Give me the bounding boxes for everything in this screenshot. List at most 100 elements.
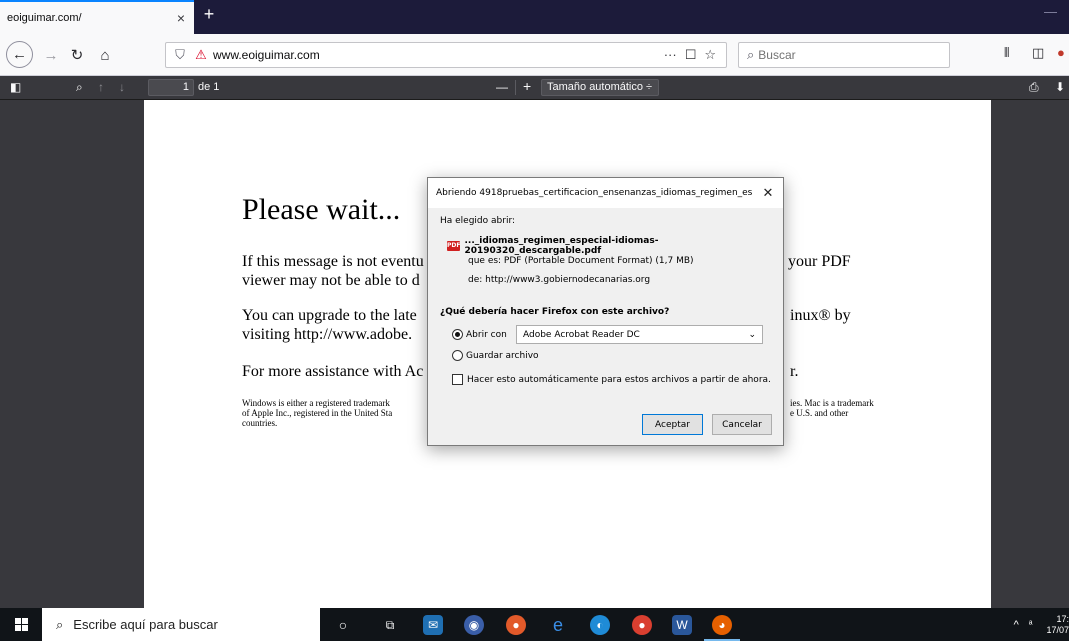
- dialog-titlebar: Abriendo 4918pruebas_certificacion_ensen…: [428, 178, 783, 208]
- sidebar-toggle-icon[interactable]: ◧: [10, 80, 21, 94]
- shield-icon[interactable]: ⛉: [169, 47, 191, 63]
- zoom-label: Tamaño automático: [547, 81, 643, 93]
- search-placeholder: Buscar: [758, 48, 796, 62]
- pdf-heading: Please wait...: [242, 193, 401, 226]
- auto-action-label[interactable]: Hacer esto automáticamente para estos ar…: [467, 375, 771, 385]
- taskbar-search-placeholder: Escribe aquí para buscar: [73, 617, 218, 632]
- chevron-up-icon[interactable]: ^: [1014, 619, 1019, 631]
- page-actions-icon[interactable]: ···: [664, 47, 677, 63]
- chrome-icon-2[interactable]: ●: [632, 615, 652, 635]
- tab-close-icon[interactable]: ×: [171, 10, 191, 26]
- windows-logo-icon: [14, 618, 28, 631]
- task-view-icon[interactable]: ⧉: [380, 615, 400, 635]
- print-icon[interactable]: ⎙: [1029, 80, 1039, 95]
- file-name-row: PDF ..._idiomas_regimen_especial-idiomas…: [447, 236, 783, 256]
- insecure-lock-icon[interactable]: ⚠: [191, 47, 211, 63]
- next-page-icon[interactable]: ↓: [119, 80, 125, 94]
- cancel-button[interactable]: Cancelar: [712, 414, 772, 435]
- reload-button[interactable]: ↻: [64, 42, 90, 68]
- word-icon[interactable]: W: [672, 615, 692, 635]
- save-file-label[interactable]: Guardar archivo: [466, 351, 539, 361]
- pdf-line: If this message is not eventu: [242, 253, 424, 270]
- pdf-footnote-line: countries.: [242, 418, 278, 428]
- pdf-paragraph-2: You can upgrade to the late visiting htt…: [242, 306, 417, 344]
- library-icon[interactable]: ⫴: [1004, 45, 1009, 61]
- start-button[interactable]: [0, 608, 42, 641]
- pdf-paragraph-3: For more assistance with Ac: [242, 363, 424, 380]
- file-type: que es: PDF (Portable Document Format) (…: [468, 256, 694, 266]
- previous-page-icon[interactable]: ↑: [98, 80, 104, 94]
- download-icon[interactable]: ⬇: [1055, 80, 1065, 94]
- pdf-toolbar: ◧ ⌕ ↑ ↓ 1 de 1 — + Tamaño automático ÷ ⎙…: [0, 76, 1069, 100]
- app-icon[interactable]: ◉: [464, 615, 484, 635]
- pdf-line: visiting http://www.adobe.: [242, 326, 413, 343]
- radio-unchecked-icon[interactable]: [452, 350, 463, 361]
- chrome-icon[interactable]: ●: [506, 615, 526, 635]
- pdf-line: viewer may not be able to d: [242, 272, 420, 289]
- pdf-paragraph-1-right: your PDF: [788, 253, 851, 270]
- clock-date: 17/07: [1046, 624, 1069, 635]
- pdf-paragraph-3-right: r.: [790, 363, 799, 380]
- open-with-app: Adobe Acrobat Reader DC: [523, 329, 640, 340]
- back-button[interactable]: ←: [6, 41, 33, 68]
- home-button[interactable]: ⌂: [92, 42, 118, 68]
- navigation-toolbar: ← → ↻ ⌂ ⛉ ⚠ www.eoiguimar.com ··· ☐ ☆ ⌕ …: [0, 34, 1069, 76]
- open-with-label[interactable]: Abrir con: [466, 330, 507, 340]
- pdf-footnote-line: ies. Mac is a trademark: [790, 398, 874, 408]
- open-with-app-select[interactable]: Adobe Acrobat Reader DC ⌄: [516, 325, 763, 344]
- pdf-footnote-right: ies. Mac is a trademark e U.S. and other: [790, 398, 874, 418]
- auto-action-checkbox[interactable]: Hacer esto automáticamente para estos ar…: [452, 374, 771, 385]
- extension-icon[interactable]: ●: [1057, 45, 1065, 60]
- accept-button[interactable]: Aceptar: [642, 414, 703, 435]
- zoom-select[interactable]: Tamaño automático ÷: [541, 79, 659, 96]
- radio-checked-icon[interactable]: [452, 329, 463, 340]
- tab-strip: eoiguimar.com/ × + —: [0, 0, 1069, 34]
- search-input[interactable]: ⌕ Buscar: [738, 42, 950, 68]
- bookmark-star-icon[interactable]: ☆: [704, 47, 716, 63]
- pocket-icon[interactable]: ☐: [685, 47, 697, 63]
- zoom-divider: [515, 80, 516, 95]
- search-icon: ⌕: [56, 616, 64, 632]
- chosen-label: Ha elegido abrir:: [440, 216, 516, 226]
- edge-icon[interactable]: ◐: [590, 615, 610, 635]
- chevron-down-icon: ⌄: [748, 329, 756, 340]
- checkbox-icon[interactable]: [452, 374, 463, 385]
- forward-button[interactable]: →: [38, 42, 64, 68]
- mail-icon[interactable]: ✉: [423, 615, 443, 635]
- sidebar-icon[interactable]: ◫: [1032, 45, 1044, 61]
- browser-tab[interactable]: eoiguimar.com/ ×: [0, 0, 194, 34]
- pdf-footnote-line: Windows is either a registered trademark: [242, 398, 390, 408]
- pdf-paragraph-2-right: inux® by: [790, 307, 851, 324]
- save-file-radio[interactable]: Guardar archivo: [452, 350, 539, 361]
- tab-title: eoiguimar.com/: [7, 12, 82, 24]
- input-method-icon[interactable]: ᵃ: [1029, 619, 1033, 630]
- firefox-icon[interactable]: ◕: [712, 615, 732, 635]
- arrow-right-icon: →: [43, 46, 59, 64]
- close-icon[interactable]: ✕: [753, 186, 783, 201]
- pdf-footnote: Windows is either a registered trademark…: [242, 398, 392, 428]
- minimize-icon[interactable]: —: [1044, 4, 1057, 19]
- new-tab-button[interactable]: +: [198, 3, 220, 27]
- pdf-file-icon: PDF: [447, 241, 461, 251]
- reload-icon: ↻: [70, 47, 84, 64]
- clock[interactable]: 17: 17/07: [1046, 614, 1069, 636]
- internet-explorer-icon[interactable]: e: [548, 615, 568, 635]
- pdf-paragraph-1: If this message is not eventu viewer may…: [242, 252, 424, 290]
- pdf-footnote-line: of Apple Inc., registered in the United …: [242, 408, 393, 418]
- url-bar[interactable]: ⛉ ⚠ www.eoiguimar.com ··· ☐ ☆: [165, 42, 727, 68]
- cortana-icon[interactable]: ○: [333, 615, 353, 635]
- open-with-radio[interactable]: Abrir con: [452, 329, 507, 340]
- zoom-select-arrow-icon: ÷: [645, 81, 652, 93]
- page-number-input[interactable]: 1: [148, 79, 194, 96]
- zoom-out-button[interactable]: —: [496, 80, 508, 94]
- file-name: ..._idiomas_regimen_especial-idiomas-201…: [464, 236, 659, 256]
- taskbar-search[interactable]: ⌕ Escribe aquí para buscar: [42, 608, 320, 641]
- find-icon[interactable]: ⌕: [76, 80, 83, 95]
- pdf-line: You can upgrade to the late: [242, 307, 417, 324]
- url-text[interactable]: www.eoiguimar.com: [211, 48, 664, 62]
- zoom-in-button[interactable]: +: [523, 78, 531, 94]
- dialog-question: ¿Qué debería hacer Firefox con este arch…: [440, 307, 670, 317]
- pdf-footnote-line: e U.S. and other: [790, 408, 849, 418]
- arrow-left-icon: ←: [12, 46, 27, 63]
- search-icon: ⌕: [747, 47, 755, 62]
